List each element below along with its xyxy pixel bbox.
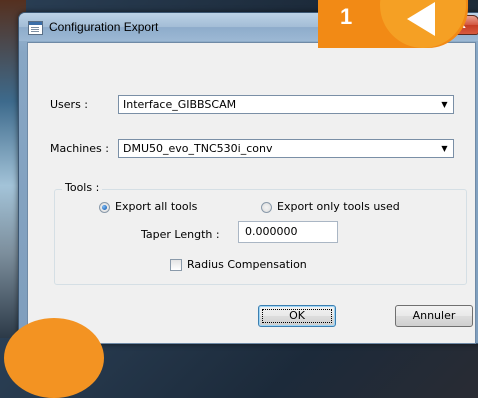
users-dropdown[interactable]: Interface_GIBBSCAM ▼ (118, 95, 454, 114)
radius-compensation-label[interactable]: Radius Compensation (187, 258, 307, 271)
annotation-corner-circle (4, 318, 104, 398)
export-used-tools-label[interactable]: Export only tools used (277, 200, 400, 213)
configuration-export-dialog: Configuration Export x Users : Interface… (18, 12, 478, 344)
machines-label: Machines : (50, 142, 109, 155)
users-label: Users : (50, 98, 89, 111)
dialog-title: Configuration Export (49, 20, 159, 34)
chevron-down-icon: ▼ (441, 144, 448, 153)
tools-group-label: Tools : (62, 181, 103, 194)
ok-button-label: OK (289, 309, 305, 322)
ok-button[interactable]: OK (258, 305, 336, 327)
machines-dropdown-value: DMU50_evo_TNC530i_conv (123, 142, 273, 155)
arrow-left-icon (407, 2, 435, 36)
radius-compensation-checkbox[interactable] (170, 259, 182, 271)
taper-length-input[interactable]: 0.000000 (238, 221, 338, 243)
taper-length-label: Taper Length : (141, 228, 220, 241)
machines-dropdown[interactable]: DMU50_evo_TNC530i_conv ▼ (118, 139, 454, 158)
cancel-button[interactable]: Annuler (395, 305, 473, 327)
annotation-step-number: 1 (340, 4, 353, 29)
chevron-down-icon: ▼ (441, 100, 448, 109)
export-used-tools-radio[interactable] (261, 202, 272, 213)
window-icon (28, 21, 43, 35)
dialog-body: Users : Interface_GIBBSCAM ▼ Machines : … (27, 42, 476, 344)
export-all-tools-radio[interactable] (99, 202, 110, 213)
export-all-tools-label[interactable]: Export all tools (115, 200, 197, 213)
users-dropdown-value: Interface_GIBBSCAM (123, 98, 237, 111)
